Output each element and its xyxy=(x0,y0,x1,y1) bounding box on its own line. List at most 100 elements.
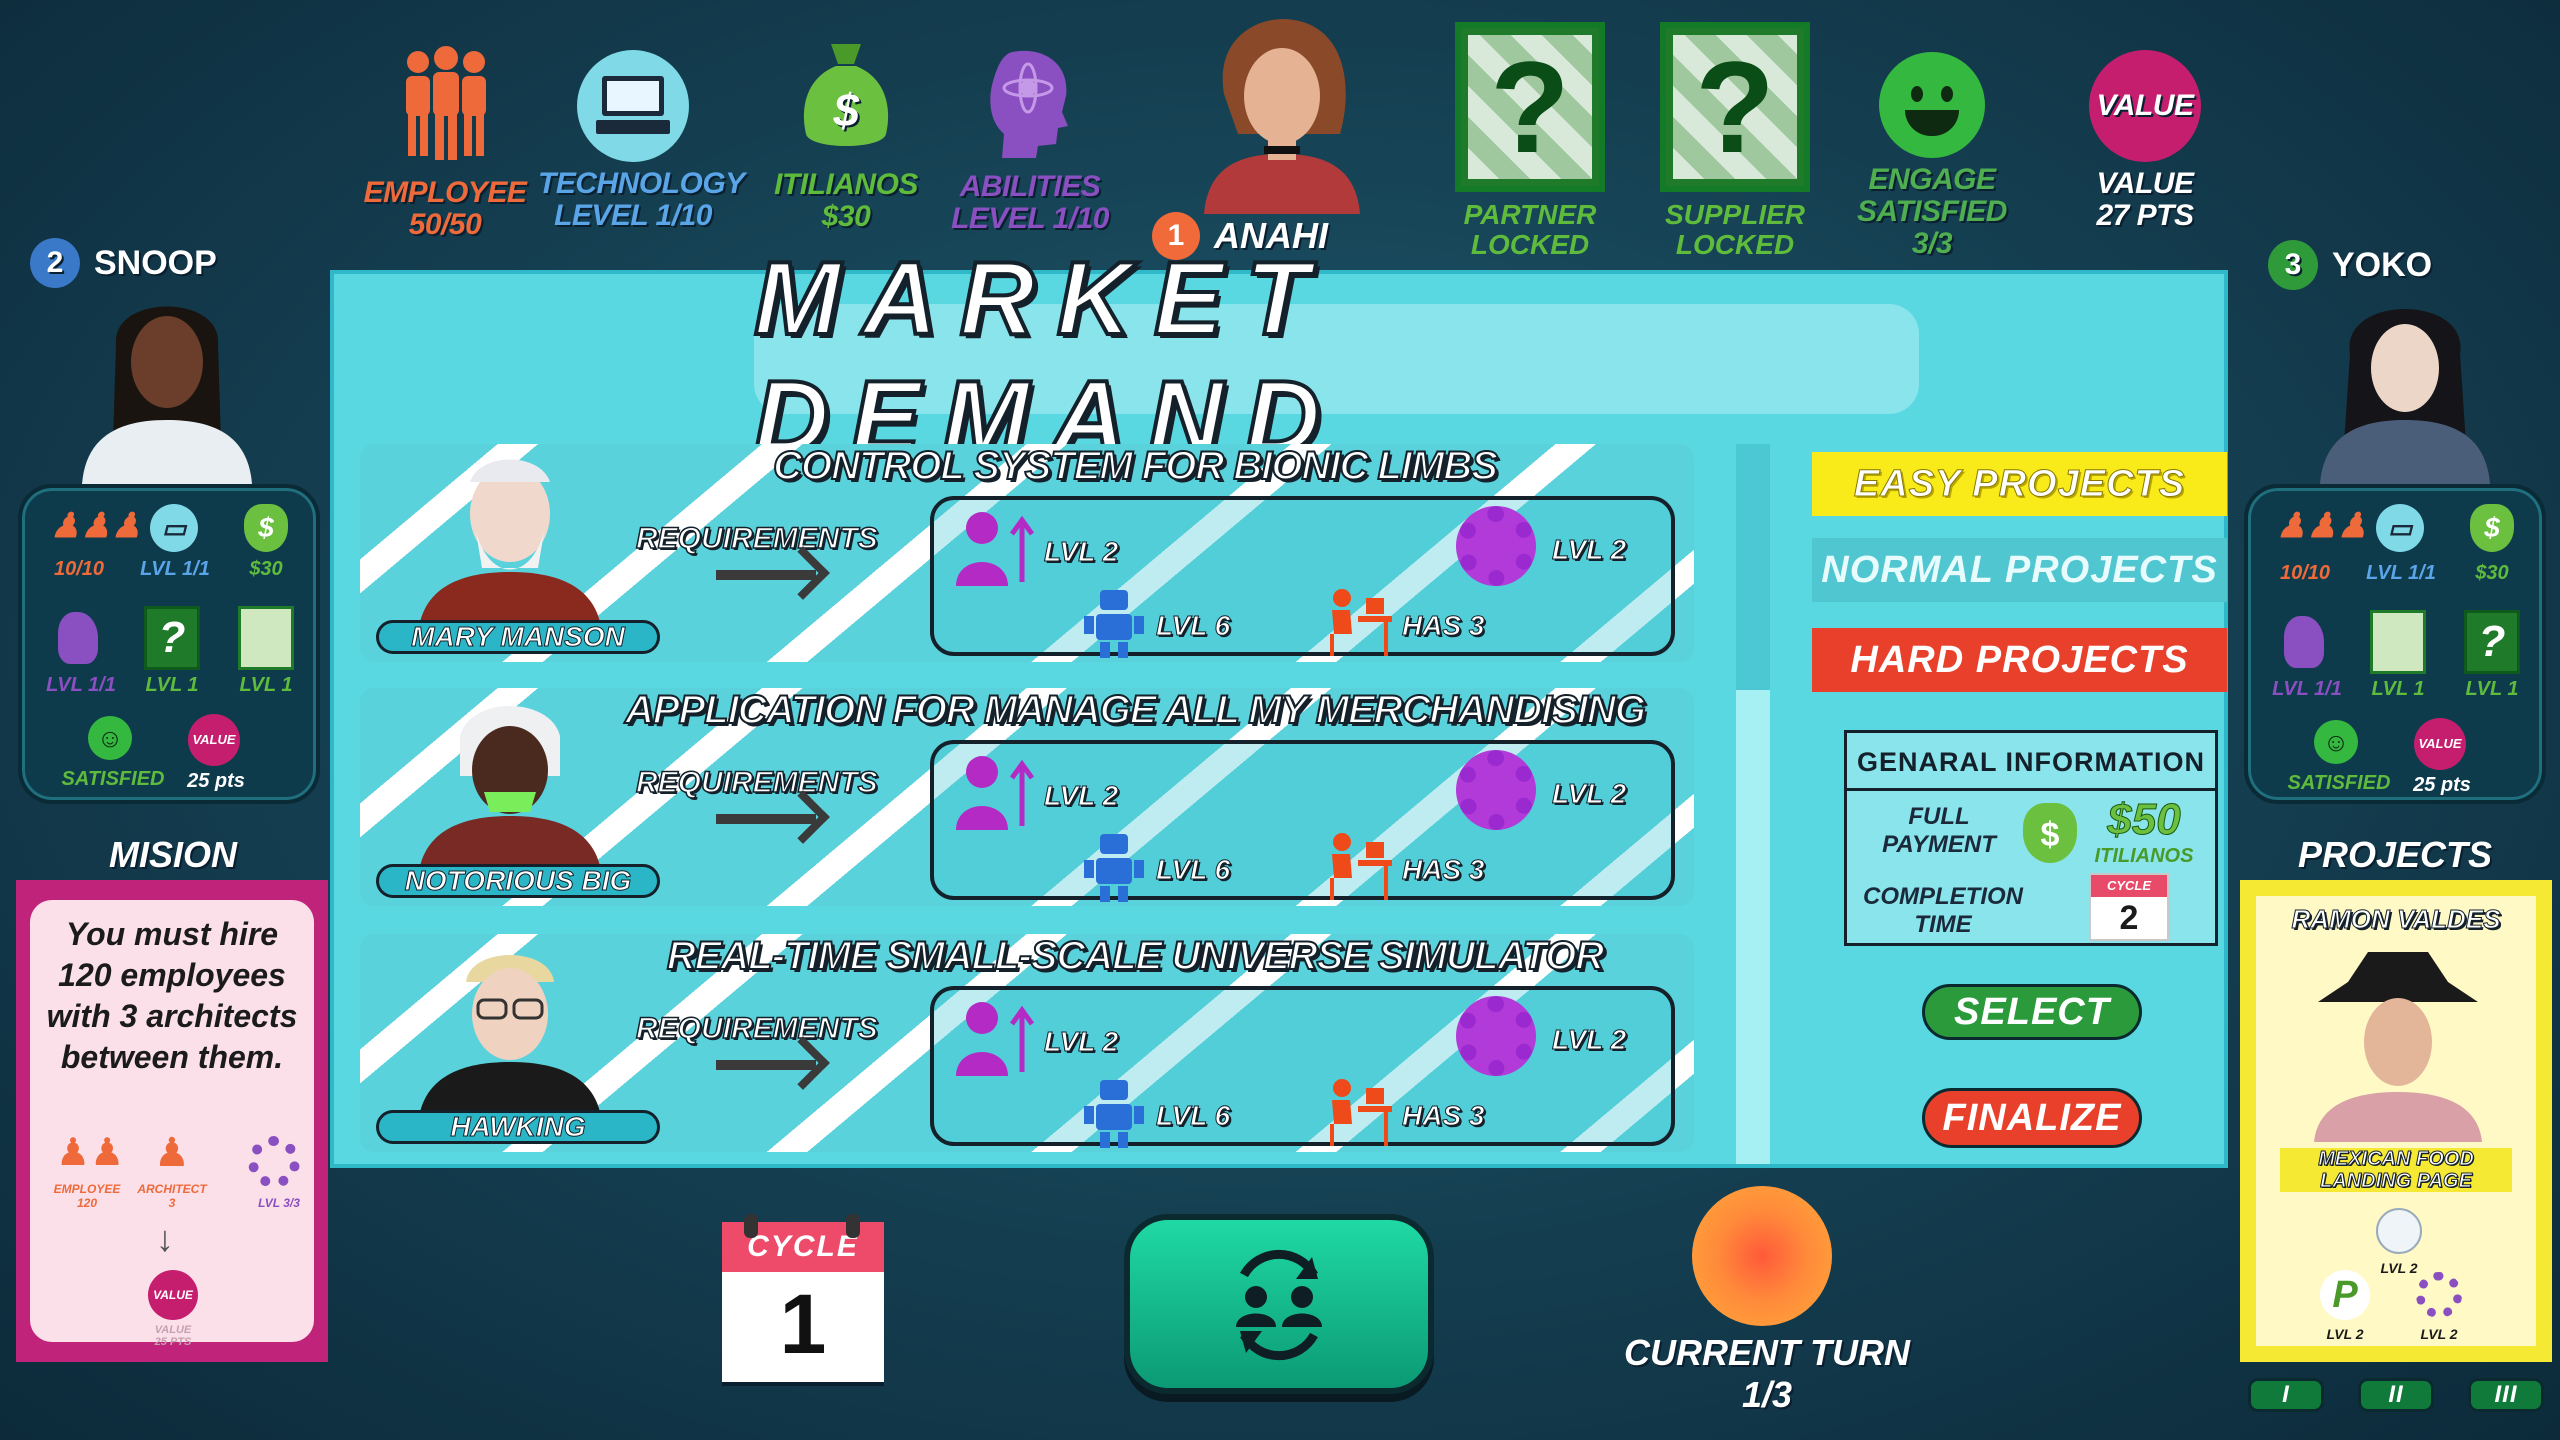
value-icon: VALUE xyxy=(148,1270,198,1320)
owned-project-card[interactable]: RAMON VALDES MEXICAN FOOD LANDING PAGE L… xyxy=(2240,880,2552,1362)
smiley-icon: ☺ xyxy=(2314,720,2358,764)
mission-value-label: VALUE xyxy=(154,1324,192,1336)
right-engage-value: SATISFIED xyxy=(2287,772,2391,794)
requirements-box: LVL 2 LVL 2 LVL 6 HAS 3 xyxy=(930,496,1675,658)
left-engage-value: SATISFIED xyxy=(61,768,165,790)
right-player-badge: 3 xyxy=(2268,240,2318,290)
partner-card-icon: ? xyxy=(144,606,200,670)
mission-architect-value: 3 xyxy=(168,1196,176,1210)
robot-icon xyxy=(1084,830,1144,902)
requirements-label: REQUIREMENTS xyxy=(635,765,878,800)
gear-icon xyxy=(1456,996,1536,1076)
mission-employee-value: 120 xyxy=(76,1196,98,1210)
itilianos-value: $30 xyxy=(821,200,871,233)
current-player-portrait xyxy=(1184,14,1380,214)
computer-icon: ▭ xyxy=(2376,504,2424,552)
value-icon: VALUE xyxy=(2414,718,2466,770)
right-supplier-value: LVL 1 xyxy=(2465,678,2519,700)
architect-count-req: HAS 3 xyxy=(1401,610,1485,642)
page-2-button[interactable]: II xyxy=(2358,1378,2434,1412)
right-player-name: 3 YOKO xyxy=(2268,240,2432,290)
swap-turn-button[interactable] xyxy=(1124,1214,1434,1394)
calendar-ring-right xyxy=(846,1214,860,1238)
employee-level-req: LVL 2 xyxy=(1043,1026,1119,1058)
hard-projects-button[interactable]: HARD PROJECTS xyxy=(1812,628,2227,692)
requirements-box: LVL 2 LVL 2 LVL 6 HAS 3 xyxy=(930,986,1675,1148)
abilities-value: LEVEL 1/10 xyxy=(951,202,1109,235)
partner-slot[interactable]: ? PARTNER LOCKED xyxy=(1455,22,1605,260)
abilities-label: ABILITIES xyxy=(959,170,1101,203)
supplier-slot[interactable]: ? SUPPLIER LOCKED xyxy=(1660,22,1810,260)
left-employees-value: 10/10 xyxy=(53,558,105,580)
robot-icon xyxy=(1084,1076,1144,1148)
calendar-icon: CYCLE 2 xyxy=(2089,873,2169,941)
left-player-card[interactable]: ♟♟♟ 10/10 ▭ LVL 1/1 $ $30 LVL 1/1 ? LVL … xyxy=(18,484,320,804)
left-player-name: 2 SNOOP xyxy=(30,238,217,288)
requirements-label: REQUIREMENTS xyxy=(635,521,878,556)
smiley-icon xyxy=(1879,52,1985,158)
tech-level-req: LVL 6 xyxy=(1155,610,1231,642)
calendar-value: 2 xyxy=(2119,899,2139,937)
requirements-box: LVL 2 LVL 2 LVL 6 HAS 3 xyxy=(930,740,1675,902)
project-title: REAL-TIME SMALL-SCALE UNIVERSE SIMULATOR xyxy=(666,934,1605,979)
mission-card[interactable]: You must hire 120 employees with 3 archi… xyxy=(16,880,328,1362)
left-supplier-value: LVL 1 xyxy=(239,674,293,696)
market-demand-board: MARKET DEMAND CONTROL SYSTEM FOR BIONIC … xyxy=(330,239,2228,1168)
arrow-right-icon xyxy=(716,814,816,824)
client-name: MARY MANSON xyxy=(376,620,660,654)
calendar-tag: CYCLE xyxy=(2091,875,2167,897)
page-3-button[interactable]: III xyxy=(2468,1378,2544,1412)
ability-level-req: LVL 2 xyxy=(1551,534,1627,566)
gear-icon xyxy=(248,1136,300,1188)
engage-status: SATISFIED xyxy=(1857,195,2007,228)
employee-level-req: LVL 2 xyxy=(1043,536,1119,568)
payment-label: FULL PAYMENT xyxy=(1882,803,1996,858)
engage-stat: ENGAGE SATISFIED 3/3 xyxy=(1852,52,2012,260)
arrow-right-icon xyxy=(716,1060,816,1070)
easy-projects-button[interactable]: EASY PROJECTS xyxy=(1812,452,2227,516)
project-card[interactable]: APPLICATION FOR MANAGE ALL MY MERCHANDIS… xyxy=(360,688,1694,906)
project-card[interactable]: REAL-TIME SMALL-SCALE UNIVERSE SIMULATOR… xyxy=(360,934,1694,1152)
client-portrait xyxy=(410,452,610,622)
board-title: MARKET DEMAND xyxy=(752,239,1919,478)
computer-icon xyxy=(577,50,689,162)
calendar-ring-left xyxy=(744,1214,758,1238)
employees-icon xyxy=(406,46,486,160)
architect-icon: ♟ xyxy=(154,1131,190,1175)
owned-project-client-portrait xyxy=(2308,942,2488,1142)
employee-label: EMPLOYEE xyxy=(363,176,527,209)
money-bag-icon: $ xyxy=(2470,504,2514,552)
finalize-button[interactable]: FINALIZE xyxy=(1922,1088,2142,1148)
left-money-value: $30 xyxy=(249,558,283,580)
project-title: CONTROL SYSTEM FOR BIONIC LIMBS xyxy=(772,444,1499,489)
client-portrait xyxy=(410,942,610,1112)
right-value-value: 25 pts xyxy=(2413,774,2471,796)
right-player-card[interactable]: ♟♟♟ 10/10 ▭ LVL 1/1 $ $30 LVL 1/1 LVL 1 … xyxy=(2244,484,2546,804)
supplier-label: SUPPLIER xyxy=(1664,199,1806,230)
general-info-panel: GENARAL INFORMATION FULL PAYMENT $ $50 I… xyxy=(1844,730,2218,946)
project-title: APPLICATION FOR MANAGE ALL MY MERCHANDIS… xyxy=(624,688,1647,733)
page-1-button[interactable]: I xyxy=(2248,1378,2324,1412)
computer-icon xyxy=(2376,1208,2422,1254)
brain-head-icon xyxy=(58,612,98,664)
project-card[interactable]: CONTROL SYSTEM FOR BIONIC LIMBS MARY MAN… xyxy=(360,444,1694,662)
left-ability-value: LVL 1/1 xyxy=(46,674,116,696)
desk-worker-icon xyxy=(1324,1076,1392,1146)
engage-label: ENGAGE xyxy=(1868,163,1996,196)
swap-users-icon xyxy=(1236,1249,1322,1361)
right-money-value: $30 xyxy=(2475,562,2509,584)
project-list-scrollbar[interactable] xyxy=(1736,444,1770,1164)
partner-p-icon: P xyxy=(2320,1270,2370,1320)
architect-count-req: HAS 3 xyxy=(1401,1100,1485,1132)
project-pager: I II III xyxy=(2240,1378,2552,1412)
scrollbar-thumb[interactable] xyxy=(1736,444,1770,690)
value-stat: VALUE VALUE 27 PTS xyxy=(2070,50,2220,232)
computer-icon: ▭ xyxy=(150,504,198,552)
select-button[interactable]: SELECT xyxy=(1922,984,2142,1040)
general-info-heading: GENARAL INFORMATION xyxy=(1847,733,2215,791)
svg-text:$: $ xyxy=(832,84,859,136)
technology-label: TECHNOLOGY xyxy=(538,167,745,200)
arrow-right-icon xyxy=(716,570,816,580)
normal-projects-button[interactable]: NORMAL PROJECTS xyxy=(1812,538,2227,602)
mission-text: You must hire 120 employees with 3 archi… xyxy=(46,916,298,1075)
